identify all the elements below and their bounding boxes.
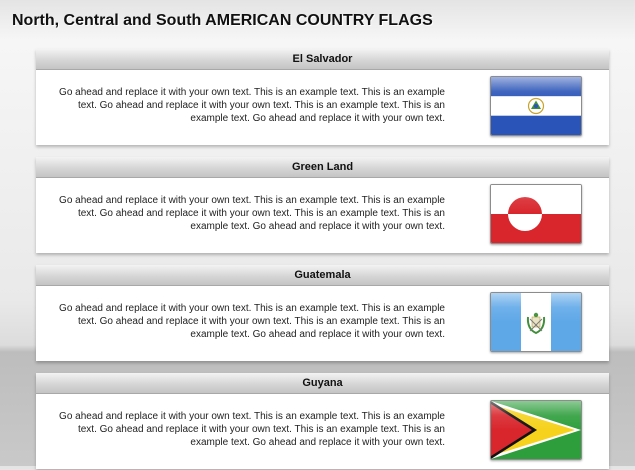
country-panel-guyana: Guyana Go ahead and replace it with your…	[36, 373, 609, 469]
panel-text: Go ahead and replace it with your own te…	[59, 195, 445, 232]
panel-header: El Salvador	[36, 49, 609, 70]
panel-text: Go ahead and replace it with your own te…	[59, 87, 445, 124]
country-panel-guatemala: Guatemala Go ahead and replace it with y…	[36, 265, 609, 361]
panel-header: Guatemala	[36, 265, 609, 286]
country-panel-el-salvador: El Salvador Go ahead and replace it with…	[36, 49, 609, 145]
country-panel-green-land: Green Land Go ahead and replace it with …	[36, 157, 609, 253]
panel-text: Go ahead and replace it with your own te…	[59, 303, 445, 340]
greenland-flag-icon	[490, 184, 582, 244]
guyana-flag-icon	[490, 400, 582, 460]
panel-header: Guyana	[36, 373, 609, 394]
guatemala-flag-icon	[490, 292, 582, 352]
panel-text: Go ahead and replace it with your own te…	[59, 411, 445, 448]
el-salvador-flag-icon	[490, 76, 582, 136]
panel-header: Green Land	[36, 157, 609, 178]
page-title: North, Central and South AMERICAN COUNTR…	[12, 12, 433, 29]
